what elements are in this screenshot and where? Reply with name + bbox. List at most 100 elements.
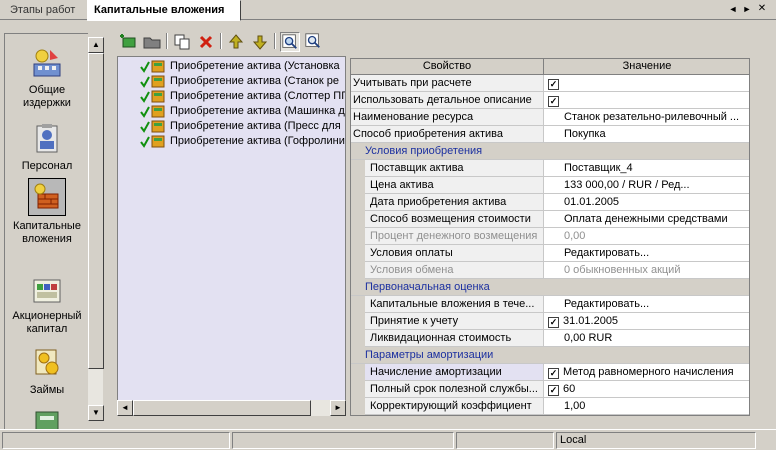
tree-item[interactable]: Приобретение актива (Слоттер ПГ: [140, 89, 345, 104]
scroll-down-button[interactable]: ▼: [88, 405, 104, 421]
property-category[interactable]: Параметры амортизации: [351, 347, 749, 364]
add-folder-button[interactable]: [142, 32, 162, 52]
tab-prev-button[interactable]: ◄: [727, 2, 739, 16]
property-value-text: Станок резательно-рилевочный ...: [564, 111, 740, 123]
property-row[interactable]: Ликвидационная стоимость 0,00 RUR: [351, 330, 749, 347]
asset-acquisition-icon: [140, 60, 165, 73]
property-row[interactable]: Условия обмена 0 обыкновенных акций: [351, 262, 749, 279]
checkbox[interactable]: ✓: [548, 317, 559, 328]
tab-next-button[interactable]: ►: [741, 2, 753, 16]
property-value[interactable]: ✓ 60: [544, 381, 749, 397]
scroll-left-button[interactable]: ◄: [117, 400, 133, 416]
property-row[interactable]: Способ приобретения актива Покупка: [351, 126, 749, 143]
magnifier-list-icon: [282, 34, 297, 49]
property-value[interactable]: Оплата денежными средствами: [544, 211, 749, 227]
move-down-button[interactable]: [250, 32, 270, 52]
property-value[interactable]: 0 обыкновенных акций: [544, 262, 749, 278]
property-name: Капитальные вложения в тече...: [365, 296, 544, 312]
property-value[interactable]: ✓ Метод равномерного начисления: [544, 364, 749, 380]
equity-icon: [33, 279, 61, 303]
nav-item-personnel[interactable]: Персонал: [5, 122, 88, 173]
property-row[interactable]: Учитывать при расчете ✓: [351, 75, 749, 92]
tree-item[interactable]: Приобретение актива (Станок ре: [140, 74, 339, 89]
property-row[interactable]: Процент денежного возмещения 0,00: [351, 228, 749, 245]
property-value[interactable]: 133 000,00 / RUR / Ред...: [544, 177, 749, 193]
nav-item-capital-investments[interactable]: Капитальные вложения: [5, 178, 88, 246]
property-value-text: Редактировать...: [564, 247, 650, 259]
property-value-text: Редактировать...: [564, 298, 650, 310]
scroll-up-button[interactable]: ▲: [88, 37, 104, 53]
category-label: Первоначальная оценка: [365, 281, 490, 293]
property-name: Условия оплаты: [365, 245, 544, 261]
property-category[interactable]: Первоначальная оценка: [351, 279, 749, 296]
nav-item-loans[interactable]: Займы: [5, 346, 88, 397]
property-row[interactable]: Капитальные вложения в тече... Редактиров…: [351, 296, 749, 313]
property-name: Наименование ресурса: [351, 109, 544, 125]
view-preview-button[interactable]: [304, 32, 324, 52]
property-row[interactable]: Начисление амортизации ✓ Метод равномерног…: [351, 364, 749, 381]
tab-capital-investments[interactable]: Капитальные вложения: [87, 0, 241, 21]
property-value[interactable]: ✓: [544, 75, 749, 91]
nav-item-equity[interactable]: Акционерный капитал: [5, 272, 88, 336]
property-row[interactable]: Поставщик актива Поставщик_4: [351, 160, 749, 177]
add-item-button[interactable]: [118, 32, 138, 52]
tab-close-button[interactable]: ✕: [756, 2, 768, 16]
property-value[interactable]: Покупка: [544, 126, 749, 142]
category-gutter: [351, 177, 365, 194]
asset-acquisition-icon: [140, 105, 165, 118]
toolbar-separator: [166, 33, 168, 49]
property-column-header[interactable]: Свойство: [351, 59, 544, 75]
tab-work-stages[interactable]: Этапы работ: [4, 2, 86, 20]
checkbox[interactable]: ✓: [548, 385, 559, 396]
asset-tree[interactable]: Приобретение актива (Установка Приобрете…: [117, 56, 346, 416]
tree-item-label: Приобретение актива (Машинка д: [170, 105, 345, 117]
property-value-text: Поставщик_4: [564, 162, 633, 174]
checkbox[interactable]: ✓: [548, 79, 559, 90]
nav-item-general-costs[interactable]: Общие издержки: [5, 46, 88, 110]
move-up-button[interactable]: [226, 32, 246, 52]
value-column-header[interactable]: Значение: [544, 59, 749, 75]
scroll-thumb[interactable]: [88, 53, 104, 369]
property-row[interactable]: Дата приобретения актива 01.01.2005: [351, 194, 749, 211]
property-row[interactable]: Принятие к учету ✓ 31.01.2005: [351, 313, 749, 330]
property-row[interactable]: Цена актива 133 000,00 / RUR / Ред...: [351, 177, 749, 194]
checkbox[interactable]: ✓: [548, 96, 559, 107]
delete-button[interactable]: [196, 32, 216, 52]
status-connection: Local: [556, 432, 756, 449]
tree-item[interactable]: Приобретение актива (Машинка д: [140, 104, 345, 119]
property-value-text: 0,00 RUR: [564, 332, 613, 344]
property-row[interactable]: Использовать детальное описание ✓: [351, 92, 749, 109]
scroll-right-button[interactable]: ►: [330, 400, 346, 416]
property-value[interactable]: Редактировать...: [544, 245, 749, 261]
property-value[interactable]: ✓: [544, 92, 749, 108]
tree-item[interactable]: Приобретение актива (Установка: [140, 59, 340, 74]
property-row[interactable]: Полный срок полезной службы... ✓ 60: [351, 381, 749, 398]
property-value[interactable]: Поставщик_4: [544, 160, 749, 176]
property-value-text: 133 000,00 / RUR / Ред...: [564, 179, 690, 191]
property-value[interactable]: 1,00: [544, 398, 749, 414]
view-details-button[interactable]: [280, 32, 300, 52]
checkbox[interactable]: ✓: [548, 368, 559, 379]
property-value[interactable]: 0,00 RUR: [544, 330, 749, 346]
property-value[interactable]: 0,00: [544, 228, 749, 244]
tree-item[interactable]: Приобретение актива (Гофролини: [140, 134, 345, 149]
property-row[interactable]: Условия оплаты Редактировать...: [351, 245, 749, 262]
property-category[interactable]: Условия приобретения: [351, 143, 749, 160]
scroll-thumb[interactable]: [133, 400, 311, 416]
asset-acquisition-icon: [140, 135, 165, 148]
property-row[interactable]: Наименование ресурса Станок резательно-ри…: [351, 109, 749, 126]
general-costs-icon: [33, 49, 61, 77]
property-value[interactable]: ✓ 31.01.2005: [544, 313, 749, 329]
property-row[interactable]: Способ возмещения стоимости Оплата денежн…: [351, 211, 749, 228]
category-list-scrollbar[interactable]: ▲ ▼: [87, 37, 104, 421]
nav-item-label: Капитальные вложения: [13, 220, 81, 245]
tree-horizontal-scrollbar[interactable]: ◄ ►: [117, 400, 346, 416]
property-name: Начисление амортизации: [365, 364, 544, 380]
category-gutter: [351, 330, 365, 347]
copy-button[interactable]: [172, 32, 192, 52]
property-row[interactable]: Корректирующий коэффициент 1,00: [351, 398, 749, 415]
property-value[interactable]: Редактировать...: [544, 296, 749, 312]
property-value[interactable]: 01.01.2005: [544, 194, 749, 210]
tree-item[interactable]: Приобретение актива (Пресс для: [140, 119, 341, 134]
property-value[interactable]: Станок резательно-рилевочный ...: [544, 109, 749, 125]
